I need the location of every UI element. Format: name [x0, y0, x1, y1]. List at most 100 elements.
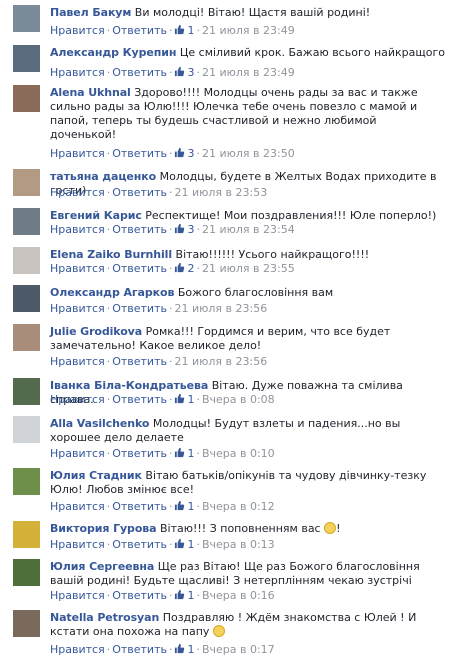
comment-author[interactable]: Павел Бакум — [50, 6, 131, 19]
like-link[interactable]: Нравится — [50, 24, 105, 37]
like-count[interactable]: 3 — [174, 66, 194, 79]
reply-link[interactable]: Ответить — [112, 147, 167, 160]
like-link[interactable]: Нравится — [50, 262, 105, 275]
comment-timestamp[interactable]: Вчера в 0:13 — [202, 538, 275, 551]
comment-actions: Нравится · Ответить · 3 · 21 июля в 23:49 — [50, 66, 295, 80]
like-count[interactable]: 2 — [174, 262, 194, 275]
comment-author[interactable]: Elena Zaiko Burnhill — [50, 248, 172, 261]
like-count[interactable]: 1 — [174, 589, 194, 602]
comment-author[interactable]: Іванка Біла-Кондратьева — [50, 379, 208, 392]
comment-author[interactable]: Alla Vasilchenko — [50, 417, 149, 430]
like-link[interactable]: Нравится — [50, 500, 105, 513]
comment-timestamp[interactable]: Вчера в 0:08 — [202, 393, 275, 406]
comment-author[interactable]: Natella Petrosyan — [50, 611, 159, 624]
comment-actions: Нравится · Ответить · 1 · 21 июля в 23:49 — [50, 24, 295, 38]
thumbs-up-icon — [175, 393, 185, 404]
avatar[interactable] — [13, 208, 40, 235]
like-link[interactable]: Нравится — [50, 66, 105, 79]
avatar[interactable] — [13, 521, 40, 548]
thumbs-up-icon — [175, 500, 185, 511]
like-count[interactable]: 1 — [174, 538, 194, 551]
comment-timestamp[interactable]: 21 июля в 23:49 — [202, 24, 295, 37]
comment-timestamp[interactable]: Вчера в 0:16 — [202, 589, 275, 602]
avatar[interactable] — [13, 247, 40, 274]
avatar[interactable] — [13, 169, 40, 196]
like-link[interactable]: Нравится — [50, 302, 105, 315]
reply-link[interactable]: Ответить — [112, 589, 167, 602]
thumbs-up-icon — [175, 66, 185, 77]
separator: · — [196, 393, 200, 406]
reply-link[interactable]: Ответить — [112, 302, 167, 315]
avatar[interactable] — [13, 285, 40, 312]
comment-actions: Нравится · Ответить · 21 июля в 23:53 — [50, 186, 267, 200]
comment-author[interactable]: Виктория Гурова — [50, 522, 157, 535]
comment-timestamp[interactable]: Вчера в 0:17 — [202, 643, 275, 656]
like-count[interactable]: 1 — [174, 447, 194, 460]
comment-actions: Нравится · Ответить · 1 · Вчера в 0:16 — [50, 589, 275, 603]
comment-body: Julie Grodikova Ромка!!! Гордимся и вери… — [50, 325, 450, 353]
comment: Іванка Біла-Кондратьева Вітаю. Дуже пова… — [0, 373, 458, 411]
comment-text: Респектище! Мои поздравления!!! Юле попе… — [145, 209, 437, 222]
comment-actions: Нравится · Ответить · 2 · 21 июля в 23:55 — [50, 262, 295, 276]
avatar[interactable] — [13, 5, 40, 32]
like-link[interactable]: Нравится — [50, 643, 105, 656]
reply-link[interactable]: Ответить — [112, 186, 167, 199]
reply-link[interactable]: Ответить — [112, 262, 167, 275]
comment-author[interactable]: Евгений Карис — [50, 209, 142, 222]
comment-author[interactable]: татьяна даценко — [50, 170, 156, 183]
separator: · — [196, 643, 200, 656]
reply-link[interactable]: Ответить — [112, 393, 167, 406]
avatar[interactable] — [13, 416, 40, 443]
reply-link[interactable]: Ответить — [112, 66, 167, 79]
like-link[interactable]: Нравится — [50, 186, 105, 199]
comment-author[interactable]: Олександр Агарков — [50, 286, 174, 299]
like-link[interactable]: Нравится — [50, 223, 105, 236]
comment-timestamp[interactable]: Вчера в 0:10 — [202, 447, 275, 460]
like-count[interactable]: 1 — [174, 393, 194, 406]
comment-timestamp[interactable]: Вчера в 0:12 — [202, 500, 275, 513]
comment-author[interactable]: Юлия Сергеевна — [50, 560, 154, 573]
comment-body: Олександр Агарков Божого благословіння в… — [50, 286, 450, 300]
reply-link[interactable]: Ответить — [112, 538, 167, 551]
like-count[interactable]: 3 — [174, 223, 194, 236]
like-count[interactable]: 1 — [174, 24, 194, 37]
comment-timestamp[interactable]: 21 июля в 23:54 — [202, 223, 295, 236]
avatar[interactable] — [13, 610, 40, 637]
avatar[interactable] — [13, 559, 40, 586]
like-count[interactable]: 1 — [174, 643, 194, 656]
comment-timestamp[interactable]: 21 июля в 23:49 — [202, 66, 295, 79]
like-link[interactable]: Нравится — [50, 147, 105, 160]
reply-link[interactable]: Ответить — [112, 643, 167, 656]
like-link[interactable]: Нравится — [50, 538, 105, 551]
like-link[interactable]: Нравится — [50, 355, 105, 368]
like-link[interactable]: Нравится — [50, 589, 105, 602]
comment-author[interactable]: Julie Grodikova — [50, 325, 142, 338]
like-count[interactable]: 3 — [174, 147, 194, 160]
avatar[interactable] — [13, 324, 40, 351]
avatar[interactable] — [13, 85, 40, 112]
comment-timestamp[interactable]: 21 июля в 23:53 — [174, 186, 267, 199]
comment-timestamp[interactable]: 21 июля в 23:55 — [202, 262, 295, 275]
like-link[interactable]: Нравится — [50, 393, 105, 406]
comment-author[interactable]: Александр Курепин — [50, 46, 176, 59]
reply-link[interactable]: Ответить — [112, 223, 167, 236]
like-link[interactable]: Нравится — [50, 447, 105, 460]
avatar[interactable] — [13, 45, 40, 72]
comment-timestamp[interactable]: 21 июля в 23:56 — [174, 302, 267, 315]
comment-body: Павел Бакум Ви молодці! Вітаю! Щастя ваш… — [50, 6, 450, 20]
comment-timestamp[interactable]: 21 июля в 23:56 — [174, 355, 267, 368]
avatar[interactable] — [13, 468, 40, 495]
like-count[interactable]: 1 — [174, 500, 194, 513]
reply-link[interactable]: Ответить — [112, 500, 167, 513]
reply-link[interactable]: Ответить — [112, 447, 167, 460]
avatar[interactable] — [13, 378, 40, 405]
comment: Natella Petrosyan Поздравляю ! Ждём знак… — [0, 605, 458, 660]
reply-link[interactable]: Ответить — [112, 355, 167, 368]
comment: Юлия Сергеевна Ще раз Вітаю! Ще раз Божо… — [0, 554, 458, 606]
comment-author[interactable]: Alena Ukhnal — [50, 86, 131, 99]
comment-timestamp[interactable]: 21 июля в 23:50 — [202, 147, 295, 160]
comment-actions: Нравится · Ответить · 3 · 21 июля в 23:50 — [50, 147, 295, 161]
thumbs-up-icon — [175, 24, 185, 35]
comment-author[interactable]: Юлия Стадник — [50, 469, 142, 482]
reply-link[interactable]: Ответить — [112, 24, 167, 37]
